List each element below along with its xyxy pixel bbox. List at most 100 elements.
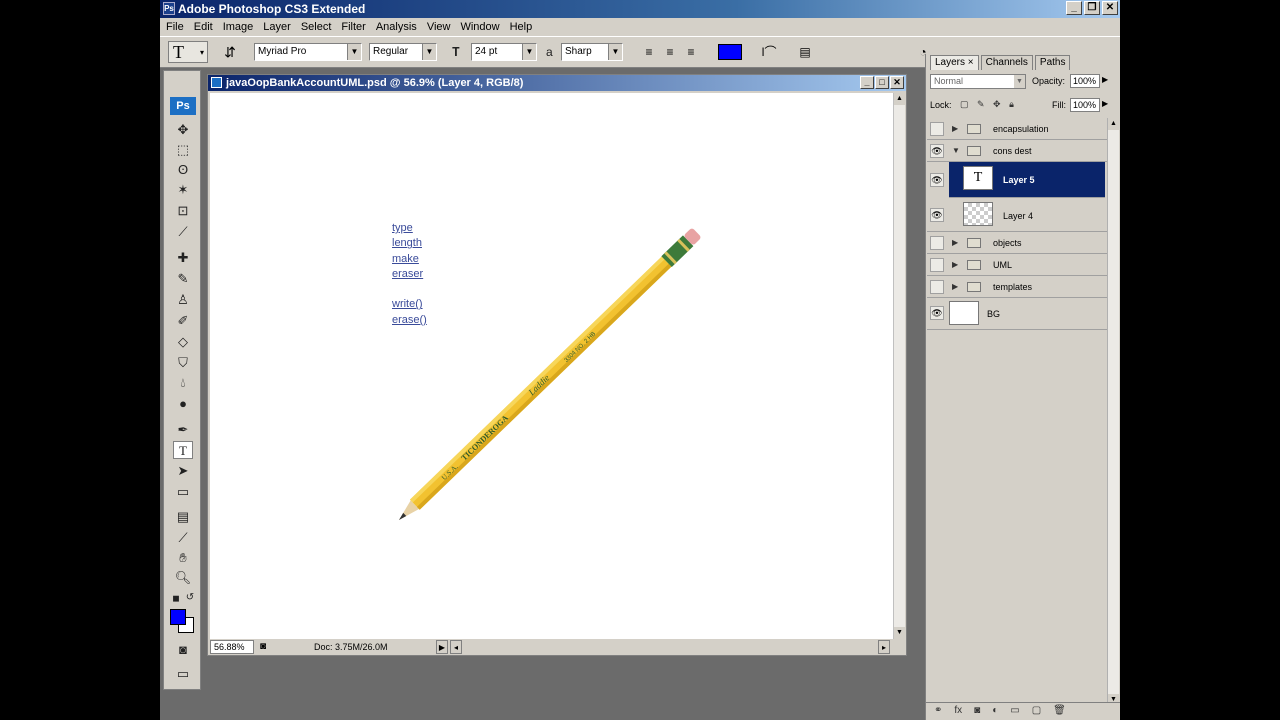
opacity-field[interactable]: 100% <box>1070 74 1100 88</box>
move-tool-icon[interactable]: ✥ <box>173 121 193 139</box>
visibility-toggle[interactable] <box>930 122 944 136</box>
blend-mode-select[interactable]: Normal ▼ <box>930 74 1026 89</box>
rectangle-tool-icon[interactable]: ▭ <box>173 483 193 501</box>
antialias-select[interactable]: Sharp ▼ <box>561 43 623 61</box>
align-right-icon[interactable]: ≡ <box>682 44 700 60</box>
status-popup-arrow-icon[interactable]: ▶ <box>436 640 448 654</box>
menu-help[interactable]: Help <box>506 18 539 36</box>
new-layer-icon[interactable]: ▢ <box>1032 703 1041 720</box>
screen-mode-icon[interactable]: ▭ <box>173 665 193 683</box>
menu-window[interactable]: Window <box>456 18 505 36</box>
layer-row-bg[interactable]: 👁︎ BG <box>927 298 1107 330</box>
fill-arrow-icon[interactable]: ▶ <box>1102 99 1108 108</box>
clone-stamp-tool-icon[interactable]: ♙ <box>173 291 193 309</box>
healing-brush-tool-icon[interactable]: ✚ <box>173 249 193 267</box>
zoom-level-field[interactable]: 56.88% <box>210 640 254 654</box>
visibility-toggle[interactable] <box>930 280 944 294</box>
adjustment-layer-icon[interactable]: ◐ <box>992 703 998 720</box>
history-brush-tool-icon[interactable]: ✐ <box>173 312 193 330</box>
eye-icon[interactable]: 👁︎ <box>930 306 944 320</box>
font-family-select[interactable]: Myriad Pro ▼ <box>254 43 362 61</box>
collapse-triangle-icon[interactable]: ▼ <box>952 146 960 155</box>
menu-image[interactable]: Image <box>219 18 260 36</box>
font-style-select[interactable]: Regular ▼ <box>369 43 437 61</box>
layer-row-templates[interactable]: ▶ templates <box>927 276 1107 298</box>
character-panel-icon[interactable]: ▤ <box>796 44 814 60</box>
vertical-scrollbar[interactable]: ▲ ▼ <box>893 93 905 639</box>
tab-paths[interactable]: Paths <box>1034 55 1071 70</box>
scroll-down-icon[interactable]: ▼ <box>894 627 905 639</box>
layers-scrollbar[interactable]: ▲ ▼ <box>1107 118 1119 706</box>
expand-triangle-icon[interactable]: ▶ <box>952 282 958 291</box>
notes-tool-icon[interactable]: ▤ <box>173 508 193 526</box>
layer-style-icon[interactable]: fx <box>954 703 962 720</box>
ps-logo[interactable]: Ps <box>170 97 196 115</box>
eye-icon[interactable]: 👁︎ <box>930 208 944 222</box>
slice-tool-icon[interactable]: ⟋ <box>173 223 193 241</box>
delete-layer-icon[interactable]: 🗑︎ <box>1053 703 1066 720</box>
type-tool-icon[interactable]: T <box>173 441 193 459</box>
crop-tool-icon[interactable]: ⊡ <box>173 202 193 220</box>
menu-select[interactable]: Select <box>297 18 338 36</box>
scroll-left-icon[interactable]: ◂ <box>450 640 462 654</box>
status-menu-icon[interactable]: ◙ <box>260 639 266 655</box>
layer-row-cons-dest[interactable]: 👁︎ ▼ cons dest <box>927 140 1107 162</box>
doc-close-button[interactable]: ✕ <box>890 76 904 89</box>
expand-triangle-icon[interactable]: ▶ <box>952 124 958 133</box>
document-canvas[interactable]: type length make eraser write() erase() <box>210 93 894 639</box>
eye-icon[interactable]: 👁︎ <box>930 173 944 187</box>
layer-row-layer-5[interactable]: T Layer 5 <box>949 162 1105 198</box>
eye-icon[interactable]: 👁︎ <box>930 144 944 158</box>
scroll-up-icon[interactable]: ▲ <box>1108 118 1119 130</box>
visibility-toggle[interactable] <box>930 236 944 250</box>
scroll-up-icon[interactable]: ▲ <box>894 93 905 105</box>
layer-row-uml[interactable]: ▶ UML <box>927 254 1107 276</box>
layer-row-layer-4[interactable]: 👁︎ Layer 4 <box>927 198 1107 232</box>
text-color-swatch[interactable] <box>718 44 742 60</box>
eyedropper-tool-icon[interactable]: ⟋ <box>173 529 193 547</box>
menu-view[interactable]: View <box>423 18 457 36</box>
layer-mask-icon[interactable]: ◙ <box>974 703 980 720</box>
dodge-tool-icon[interactable]: ● <box>173 395 193 413</box>
blur-tool-icon[interactable]: 💧︎ <box>173 374 193 392</box>
align-center-icon[interactable]: ≡ <box>661 44 679 60</box>
menu-edit[interactable]: Edit <box>190 18 219 36</box>
layer-row-objects[interactable]: ▶ objects <box>927 232 1107 254</box>
align-left-icon[interactable]: ≡ <box>640 44 658 60</box>
lock-options-icon[interactable]: ▢ ✎ ✥ 🔒︎ <box>960 99 1017 110</box>
menu-analysis[interactable]: Analysis <box>372 18 423 36</box>
expand-triangle-icon[interactable]: ▶ <box>952 238 958 247</box>
swap-colors-icon[interactable]: ↺ <box>180 589 200 607</box>
eraser-tool-icon[interactable]: ◇ <box>173 333 193 351</box>
lasso-tool-icon[interactable]: ʘ <box>173 161 193 179</box>
visibility-toggle[interactable] <box>930 258 944 272</box>
expand-triangle-icon[interactable]: ▶ <box>952 260 958 269</box>
foreground-color-swatch[interactable] <box>170 609 186 625</box>
path-selection-tool-icon[interactable]: ➤ <box>173 462 193 480</box>
layer-row-encapsulation[interactable]: ▶ encapsulation <box>927 118 1107 140</box>
tab-channels[interactable]: Channels <box>980 55 1033 70</box>
new-group-icon[interactable]: ▭ <box>1010 703 1019 720</box>
text-orientation-icon[interactable]: ⇵ <box>220 41 240 63</box>
tab-layers[interactable]: Layers × <box>930 55 979 70</box>
menu-file[interactable]: File <box>162 18 190 36</box>
menu-layer[interactable]: Layer <box>259 18 297 36</box>
brush-tool-icon[interactable]: ✎ <box>173 270 193 288</box>
scroll-right-icon[interactable]: ▸ <box>878 640 890 654</box>
font-size-select[interactable]: 24 pt ▼ <box>471 43 537 61</box>
hand-tool-icon[interactable]: ✋︎ <box>173 549 193 567</box>
opacity-arrow-icon[interactable]: ▶ <box>1102 75 1108 84</box>
marquee-tool-icon[interactable]: ⬚ <box>173 141 193 159</box>
warp-text-icon[interactable]: ǀ⌒ <box>760 44 778 60</box>
fill-field[interactable]: 100% <box>1070 98 1100 112</box>
close-button[interactable]: ✕ <box>1102 1 1118 15</box>
menu-filter[interactable]: Filter <box>337 18 371 36</box>
tool-preset-picker[interactable]: T ▾ <box>168 41 208 63</box>
restore-button[interactable]: ❐ <box>1084 1 1100 15</box>
zoom-tool-icon[interactable]: 🔍︎ <box>173 569 193 587</box>
doc-maximize-button[interactable]: □ <box>875 76 889 89</box>
pen-tool-icon[interactable]: ✒ <box>173 421 193 439</box>
minimize-button[interactable]: _ <box>1066 1 1082 15</box>
doc-minimize-button[interactable]: _ <box>860 76 874 89</box>
paint-bucket-tool-icon[interactable]: ⛉ <box>173 354 193 372</box>
